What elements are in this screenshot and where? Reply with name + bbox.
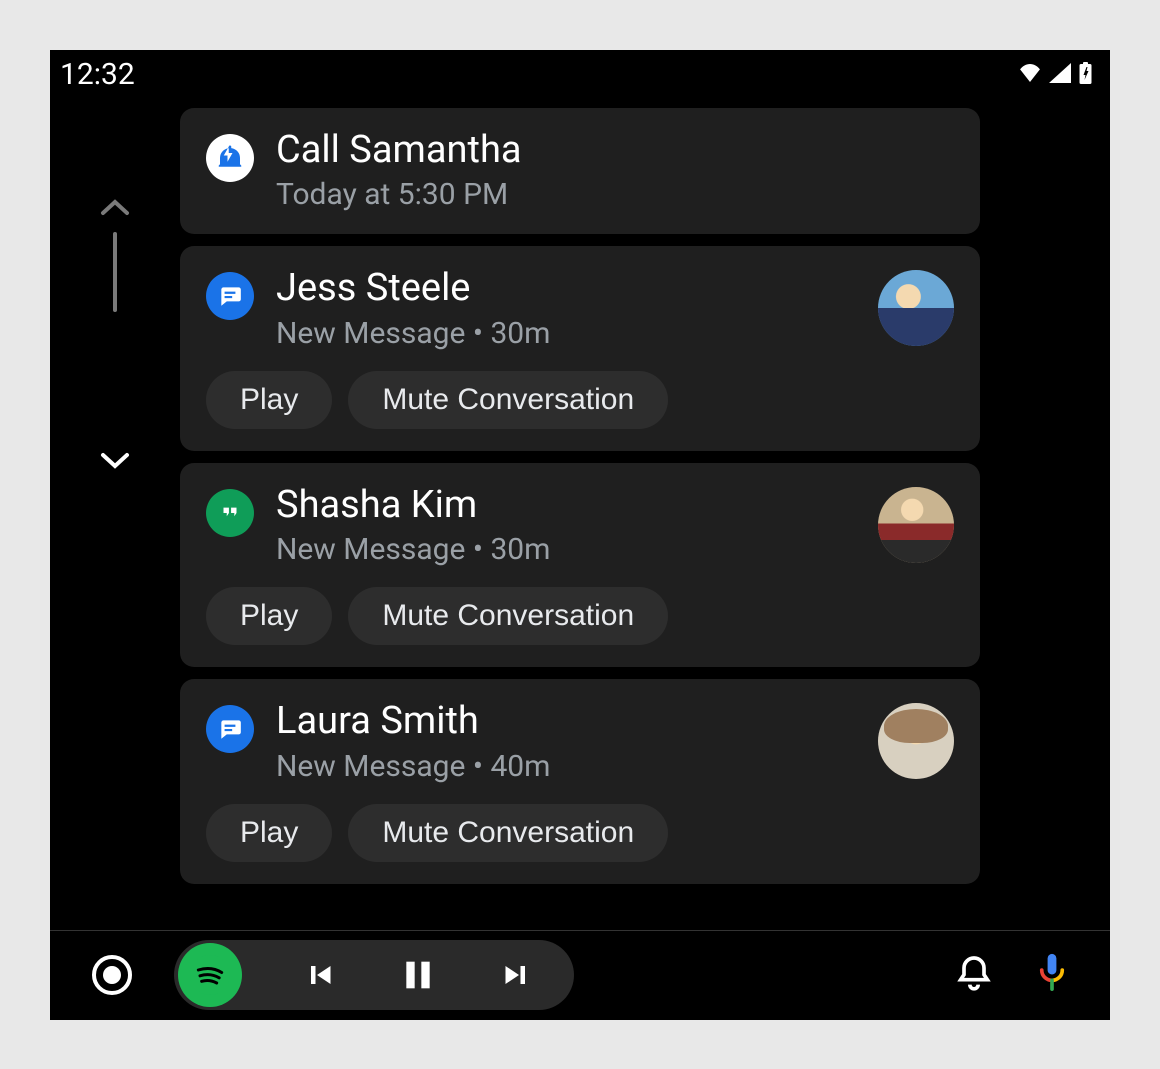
skip-next-button[interactable] xyxy=(498,957,534,993)
spotify-icon[interactable] xyxy=(178,943,242,1007)
play-button[interactable]: Play xyxy=(206,587,332,645)
status-icons xyxy=(1019,62,1092,88)
assistant-mic-button[interactable] xyxy=(1034,951,1070,999)
scroll-track xyxy=(113,232,117,312)
mute-conversation-button[interactable]: Mute Conversation xyxy=(348,371,668,429)
content-area: Call Samantha Today at 5:30 PM Jess Stee… xyxy=(50,108,1110,930)
card-subtitle: New Message • 30m xyxy=(276,532,878,567)
hangouts-app-icon xyxy=(206,489,254,537)
contact-avatar xyxy=(878,487,954,563)
notification-card[interactable]: Laura Smith New Message • 40m Play Mute … xyxy=(180,679,980,884)
notifications-button[interactable] xyxy=(954,953,994,997)
contact-avatar xyxy=(878,703,954,779)
launcher-button[interactable] xyxy=(90,953,134,997)
card-title: Shasha Kim xyxy=(276,483,878,529)
messages-app-icon xyxy=(206,705,254,753)
notification-list: Call Samantha Today at 5:30 PM Jess Stee… xyxy=(180,108,1110,930)
skip-previous-button[interactable] xyxy=(302,957,338,993)
contact-avatar xyxy=(878,270,954,346)
scroll-down-button[interactable] xyxy=(100,452,130,474)
notification-card[interactable]: Jess Steele New Message • 30m Play Mute … xyxy=(180,246,980,451)
card-subtitle: New Message • 30m xyxy=(276,316,878,351)
card-title: Jess Steele xyxy=(276,266,878,312)
status-time: 12:32 xyxy=(60,57,135,92)
play-button[interactable]: Play xyxy=(206,804,332,862)
battery-charging-icon xyxy=(1079,62,1092,88)
status-bar: 12:32 xyxy=(50,50,1110,100)
cell-signal-icon xyxy=(1049,63,1071,87)
messages-app-icon xyxy=(206,272,254,320)
card-subtitle: New Message • 40m xyxy=(276,749,878,784)
mute-conversation-button[interactable]: Mute Conversation xyxy=(348,587,668,645)
mute-conversation-button[interactable]: Mute Conversation xyxy=(348,804,668,862)
scroll-indicator xyxy=(50,108,180,930)
pause-button[interactable] xyxy=(398,955,438,995)
play-button[interactable]: Play xyxy=(206,371,332,429)
card-title: Laura Smith xyxy=(276,699,878,745)
notification-card[interactable]: Call Samantha Today at 5:30 PM xyxy=(180,108,980,235)
car-display: 12:32 xyxy=(50,50,1110,1020)
reminder-app-icon xyxy=(206,134,254,182)
card-subtitle: Today at 5:30 PM xyxy=(276,177,954,212)
scroll-up-button[interactable] xyxy=(100,198,130,220)
bottom-nav-bar xyxy=(50,930,1110,1020)
card-title: Call Samantha xyxy=(276,128,954,174)
notification-card[interactable]: Shasha Kim New Message • 30m Play Mute C… xyxy=(180,463,980,668)
media-controls xyxy=(174,940,574,1010)
wifi-icon xyxy=(1019,64,1041,86)
